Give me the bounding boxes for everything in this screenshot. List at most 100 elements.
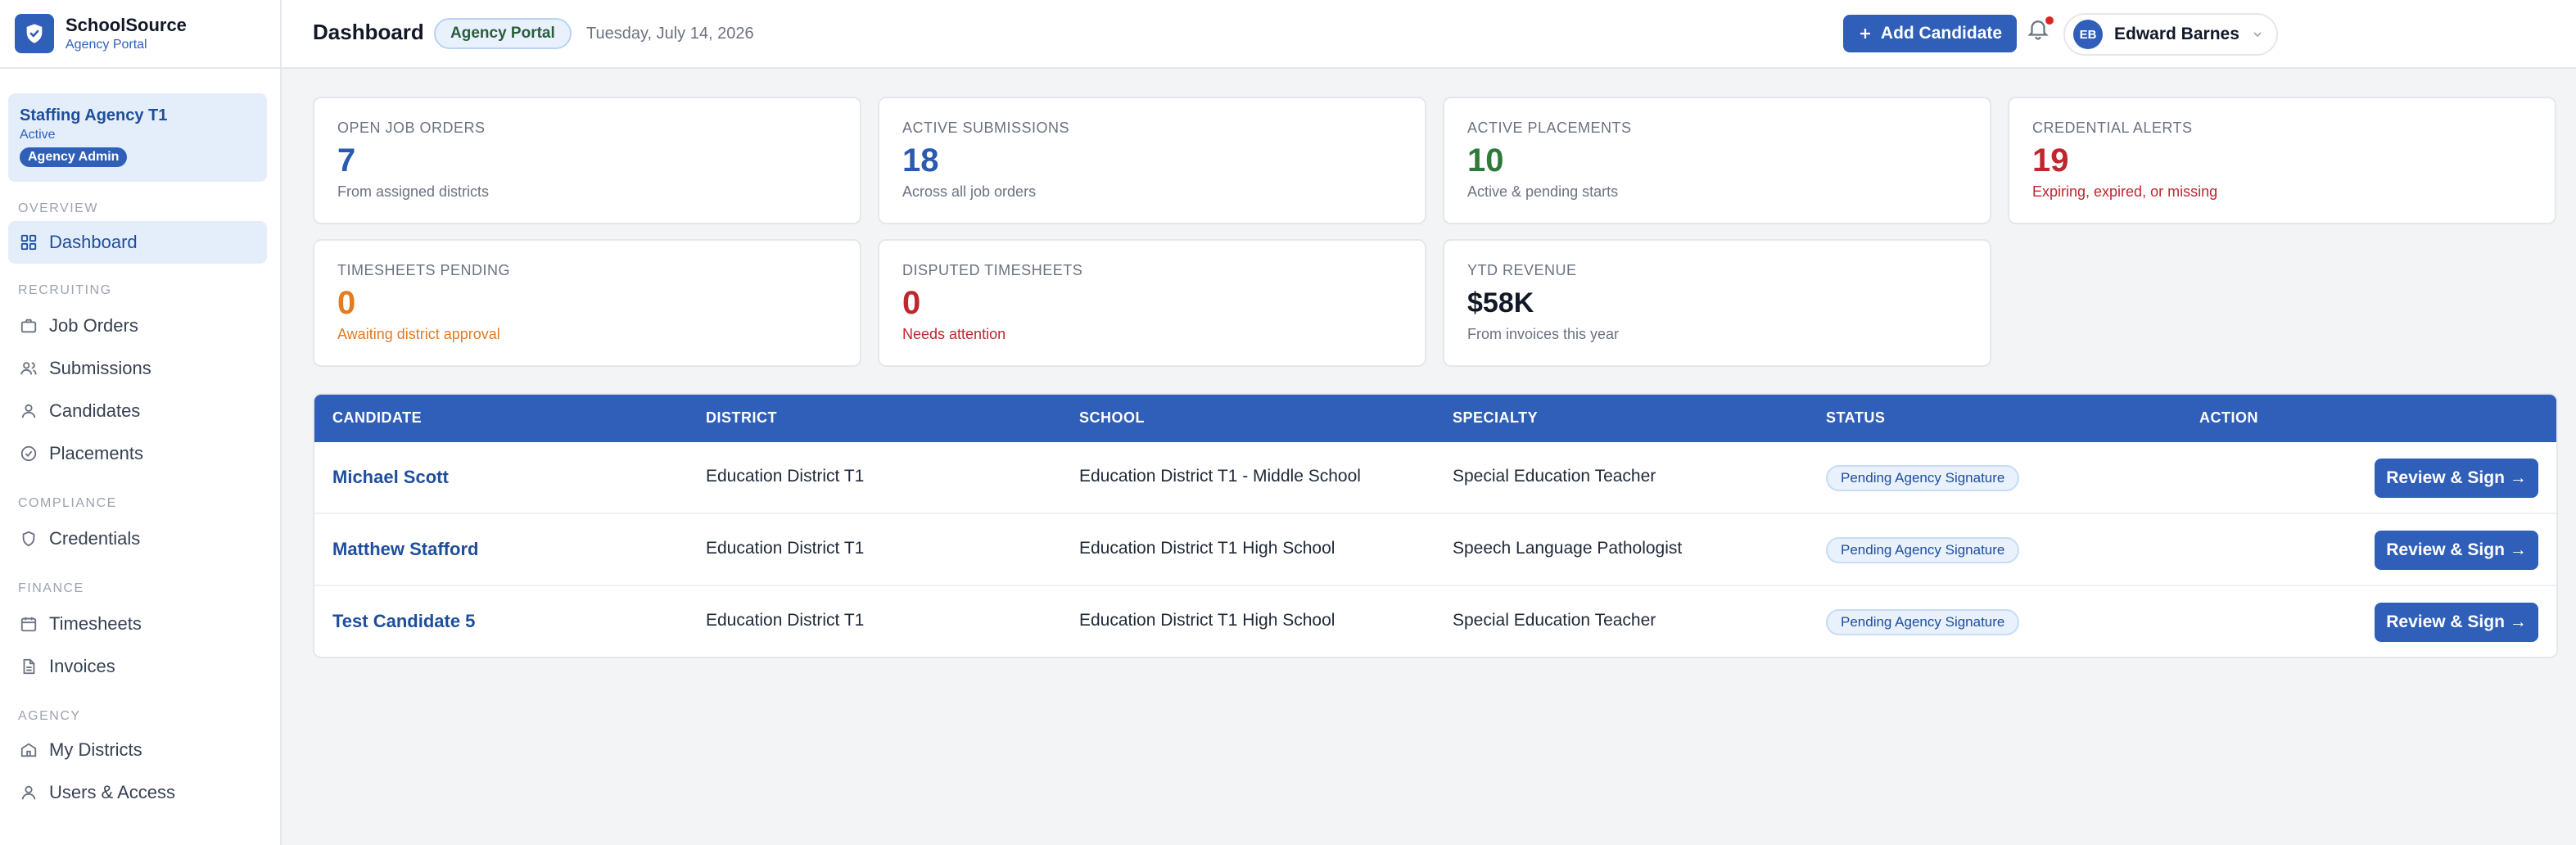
agency-status: Active [20,128,56,142]
column-header-action: ACTION [2199,409,2258,426]
portal-badge: Agency Portal [434,18,572,49]
stat-card-active-placements[interactable]: ACTIVE PLACEMENTS 10 Active & pending st… [1443,97,1991,224]
table-row: Michael Scott Education District T1 Educ… [314,442,2556,514]
column-header-school: SCHOOL [1079,409,1146,426]
grid-icon [20,234,37,251]
stat-label: OPEN JOB ORDERS [337,120,486,136]
briefcase-icon [20,319,37,333]
sidebar-item-job-orders[interactable]: Job Orders [8,305,267,347]
status-badge: Pending Agency Signature [1826,465,2020,491]
column-header-district: DISTRICT [706,409,777,426]
stat-card-ytd-revenue[interactable]: YTD REVENUE $58K From invoices this year [1443,239,1991,367]
school-cell: Education District T1 - Middle School [1079,467,1361,486]
stat-note: From assigned districts [337,183,490,200]
sidebar-item-users-access[interactable]: Users & Access [8,771,267,814]
district-cell: Education District T1 [706,539,865,558]
nav-section-recruiting: RECRUITING [18,283,112,297]
sidebar-item-label: Users & Access [49,782,176,802]
review-sign-button[interactable]: Review & Sign → [2375,531,2538,570]
brand-subtitle: Agency Portal [66,38,147,52]
sidebar-item-dashboard[interactable]: Dashboard [8,221,267,264]
stat-label: TIMESHEETS PENDING [337,262,511,278]
building-icon [20,743,37,757]
current-date: Tuesday, July 14, 2026 [586,25,754,43]
sidebar-item-credentials[interactable]: Credentials [8,517,267,560]
document-icon [23,658,35,675]
school-cell: Education District T1 High School [1079,539,1335,558]
brand-name: SchoolSource [66,15,187,35]
column-header-specialty: SPECIALTY [1453,409,1539,426]
shield-icon [22,531,35,547]
add-candidate-label: Add Candidate [1880,24,2003,43]
avatar: EB [2073,20,2103,49]
page-title: Dashboard [313,20,424,44]
stat-value: 0 [902,285,921,321]
status-badge: Pending Agency Signature [1826,609,2020,635]
users-icon [20,362,37,375]
specialty-cell: Special Education Teacher [1453,611,1656,630]
sidebar-item-label: Job Orders [49,315,138,336]
agency-name: Staffing Agency T1 [20,106,168,124]
sidebar-item-label: Dashboard [49,232,138,252]
agency-card[interactable]: Staffing Agency T1 Active Agency Admin [8,93,267,182]
stat-label: DISPUTED TIMESHEETS [902,262,1083,278]
stat-note: From invoices this year [1467,326,1620,342]
chevron-down-icon [2253,32,2262,38]
sidebar-item-label: Timesheets [49,613,142,634]
review-sign-button[interactable]: Review & Sign → [2375,603,2538,642]
sidebar-item-label: Submissions [49,358,151,378]
stat-note: Awaiting district approval [337,326,500,342]
district-cell: Education District T1 [706,467,865,486]
sidebar-item-timesheets[interactable]: Timesheets [8,603,267,645]
add-candidate-button[interactable]: Add Candidate [1843,15,2017,52]
stat-label: ACTIVE PLACEMENTS [1467,120,1632,136]
shield-check-icon [15,14,54,53]
specialty-cell: Special Education Teacher [1453,467,1656,486]
stat-value: $58K [1467,287,1534,319]
user-icon [21,404,36,418]
stat-value: 10 [1467,142,1504,178]
district-cell: Education District T1 [706,611,865,630]
agency-role-badge: Agency Admin [20,147,128,167]
stat-card-open-job-orders[interactable]: OPEN JOB ORDERS 7 From assigned district… [313,97,861,224]
brand[interactable]: SchoolSource Agency Portal [0,0,280,69]
table-row: Matthew Stafford Education District T1 E… [314,514,2556,586]
stat-value: 0 [337,285,356,321]
review-sign-button[interactable]: Review & Sign → [2375,459,2538,498]
candidate-link[interactable]: Matthew Stafford [332,539,478,560]
sidebar-item-label: My Districts [49,739,142,760]
stat-card-credential-alerts[interactable]: CREDENTIAL ALERTS 19 Expiring, expired, … [2008,97,2556,224]
candidate-link[interactable]: Test Candidate 5 [332,611,475,632]
sidebar-item-submissions[interactable]: Submissions [8,347,267,390]
plus-icon [1860,29,1870,38]
stat-value: 19 [2032,142,2069,178]
stat-label: YTD REVENUE [1467,262,1577,278]
specialty-cell: Speech Language Pathologist [1453,539,1683,558]
sidebar-item-label: Candidates [49,400,141,421]
status-badge: Pending Agency Signature [1826,537,2020,563]
stat-note: Expiring, expired, or missing [2032,183,2218,200]
school-cell: Education District T1 High School [1079,611,1335,630]
stat-note: Across all job orders [902,183,1037,200]
notification-dot [2045,16,2054,25]
stat-card-timesheets-pending[interactable]: TIMESHEETS PENDING 0 Awaiting district a… [313,239,861,367]
stat-card-active-submissions[interactable]: ACTIVE SUBMISSIONS 18 Across all job ord… [878,97,1426,224]
stat-value: 7 [337,142,356,178]
stat-value: 18 [902,142,939,178]
sidebar-item-label: Credentials [49,528,141,549]
stat-label: ACTIVE SUBMISSIONS [902,120,1070,136]
stat-note: Active & pending starts [1467,183,1619,200]
sidebar-item-my-districts[interactable]: My Districts [8,729,267,771]
stat-card-disputed-timesheets[interactable]: DISPUTED TIMESHEETS 0 Needs attention [878,239,1426,367]
sidebar-item-candidates[interactable]: Candidates [8,390,267,432]
sidebar-item-placements[interactable]: Placements [8,432,267,475]
sidebar-item-invoices[interactable]: Invoices [8,645,267,688]
sidebar-item-label: Invoices [49,656,115,676]
candidate-link[interactable]: Michael Scott [332,467,449,488]
pending-signatures-table: CANDIDATE DISTRICT SCHOOL SPECIALTY STAT… [313,393,2558,658]
nav-section-agency: AGENCY [18,709,81,723]
user-icon [21,785,36,800]
stat-note: Needs attention [902,326,1006,342]
user-menu[interactable]: EB Edward Barnes [2063,13,2278,56]
stat-label: CREDENTIAL ALERTS [2032,120,2193,136]
